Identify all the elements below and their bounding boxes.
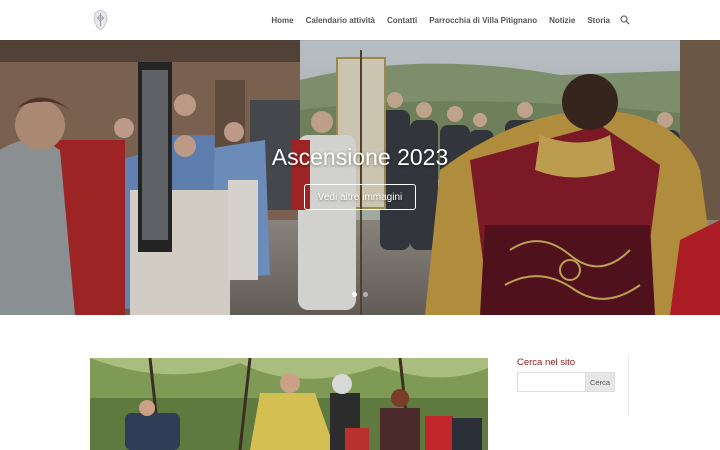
hero-title: Ascensione 2023	[271, 144, 449, 170]
nav-item-storia[interactable]: Storia	[587, 16, 610, 25]
slider-dots	[0, 292, 720, 297]
sidebar-search-title: Cerca nel sito	[517, 357, 576, 368]
slider-dot-2[interactable]	[363, 292, 368, 297]
hero-slider: Ascensione 2023 Vedi altre immagini	[0, 40, 720, 315]
nav-item-home[interactable]: Home	[271, 16, 293, 25]
nav-item-calendario[interactable]: Calendario attività	[306, 16, 375, 25]
site-header: Home Calendario attività Contatti Parroc…	[0, 0, 720, 40]
outdoor-mass-photo	[90, 358, 488, 450]
nav-item-contatti[interactable]: Contatti	[387, 16, 417, 25]
main-nav: Home Calendario attività Contatti Parroc…	[259, 0, 630, 40]
parish-logo-icon[interactable]	[92, 9, 109, 31]
post-featured-image[interactable]	[90, 358, 488, 450]
search-icon[interactable]	[620, 15, 630, 25]
slider-dot-1[interactable]	[352, 292, 357, 297]
main-content: Cerca nel sito Cerca	[0, 315, 720, 450]
sidebar-search-input[interactable]	[517, 372, 586, 392]
see-more-images-button[interactable]: Vedi altre immagini	[304, 184, 416, 210]
nav-item-parrocchia[interactable]: Parrocchia di Villa Pitignano	[429, 16, 537, 25]
sidebar-search-button[interactable]: Cerca	[585, 372, 615, 392]
nav-item-notizie[interactable]: Notizie	[549, 16, 575, 25]
